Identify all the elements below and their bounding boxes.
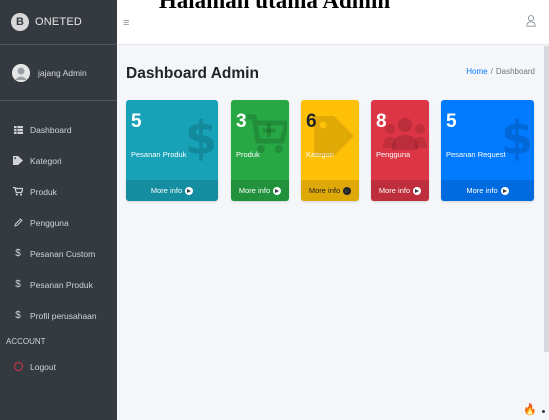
tag-icon (314, 112, 356, 162)
user-name: jajang Admin (38, 67, 87, 78)
arrow-circle-right-icon (500, 186, 509, 195)
page-title: Dashboard Admin (126, 65, 259, 82)
svg-text:$: $ (504, 112, 530, 162)
cart-icon (12, 187, 24, 196)
svg-text:$: $ (188, 112, 214, 162)
more-info-link[interactable]: More info (441, 180, 534, 201)
stat-card-pesanan-produk: 5 Pesanan Produk $ More info (126, 100, 218, 201)
stat-card-kategori: 6 Kategori More info (301, 100, 359, 201)
circle-icon (12, 362, 24, 371)
dot-icon (542, 410, 545, 413)
sidebar-item-profil-perusahaan[interactable]: $ Profil perusahaan (0, 300, 117, 331)
vertical-scrollbar[interactable] (544, 46, 549, 352)
main-content: Dashboard Admin Home / Dashboard 5 Pesanan… (117, 45, 549, 420)
sidebar-item-pesanan-custom[interactable]: $ Pesanan Custom (0, 238, 117, 269)
stat-value: 5 (446, 111, 457, 132)
dollar-icon: $ (501, 111, 533, 165)
breadcrumb: Home / Dashboard (466, 67, 535, 76)
arrow-circle-right-icon (413, 186, 422, 195)
more-info-link[interactable]: More info (126, 180, 218, 201)
sidebar-item-pesanan-produk[interactable]: $ Pesanan Produk (0, 269, 117, 300)
sidebar-item-label: Pesanan Custom (30, 248, 96, 259)
more-info-link[interactable]: More info (371, 180, 429, 201)
arrow-circle-right-icon (343, 186, 352, 195)
avatar (12, 63, 30, 82)
sidebar-item-label: Dashboard (30, 124, 72, 135)
user-panel[interactable]: jajang Admin (0, 45, 117, 101)
stat-card-pengguna: 8 Pengguna More info (371, 100, 429, 201)
sidebar-item-produk[interactable]: Produk (0, 176, 117, 207)
more-info-link[interactable]: More info (231, 180, 289, 201)
stat-card-produk: 3 Produk More info (231, 100, 289, 201)
sidebar-item-label: Pesanan Produk (30, 279, 93, 290)
sidebar-item-label: Produk (30, 186, 57, 197)
hamburger-icon[interactable]: ≡ (123, 17, 129, 29)
sidebar-item-label: Kategori (30, 155, 62, 166)
page-caption: Halaman utama Admin (158, 0, 391, 13)
sidebar-item-dashboard[interactable]: Dashboard (0, 114, 117, 145)
sidebar-section-header: ACCOUNT (6, 336, 46, 346)
sidebar-item-label: Logout (30, 361, 56, 372)
dollar-icon: $ (15, 279, 21, 290)
stat-value: 3 (236, 111, 247, 132)
brand-logo-icon: B (11, 13, 29, 31)
brand-name: ONETED (35, 16, 83, 28)
cart-plus-icon (247, 114, 289, 158)
sidebar-item-label: Profil perusahaan (30, 310, 97, 321)
flame-icon: 🔥 (523, 404, 537, 416)
arrow-circle-right-icon (273, 186, 282, 195)
dollar-icon: $ (185, 111, 217, 165)
breadcrumb-current: Dashboard (495, 67, 535, 76)
dollar-icon: $ (15, 248, 21, 259)
dollar-icon: $ (15, 310, 21, 321)
stat-card-pesanan-request: 5 Pesanan Request $ More info (441, 100, 534, 201)
sidebar-item-logout[interactable]: Logout (0, 351, 117, 382)
arrow-circle-right-icon (185, 186, 194, 195)
sidebar-item-label: Pengguna (30, 217, 69, 228)
sidebar: B ONETED jajang Admin Dashboard Kategori (0, 0, 117, 420)
user-icon[interactable] (526, 15, 536, 29)
users-icon (383, 116, 427, 154)
breadcrumb-separator: / (490, 67, 493, 76)
table-icon (12, 125, 24, 134)
sidebar-nav: Dashboard Kategori Produk Pengguna $ Pes… (0, 101, 117, 382)
edit-icon (12, 218, 24, 227)
tags-icon (12, 156, 24, 165)
stat-label: Pesanan Produk (131, 150, 187, 159)
sidebar-item-kategori[interactable]: Kategori (0, 145, 117, 176)
stat-label: Pesanan Request (446, 150, 506, 159)
breadcrumb-home-link[interactable]: Home (466, 67, 487, 76)
sidebar-item-pengguna[interactable]: Pengguna (0, 207, 117, 238)
stat-value: 5 (131, 111, 142, 132)
more-info-link[interactable]: More info (301, 180, 359, 201)
